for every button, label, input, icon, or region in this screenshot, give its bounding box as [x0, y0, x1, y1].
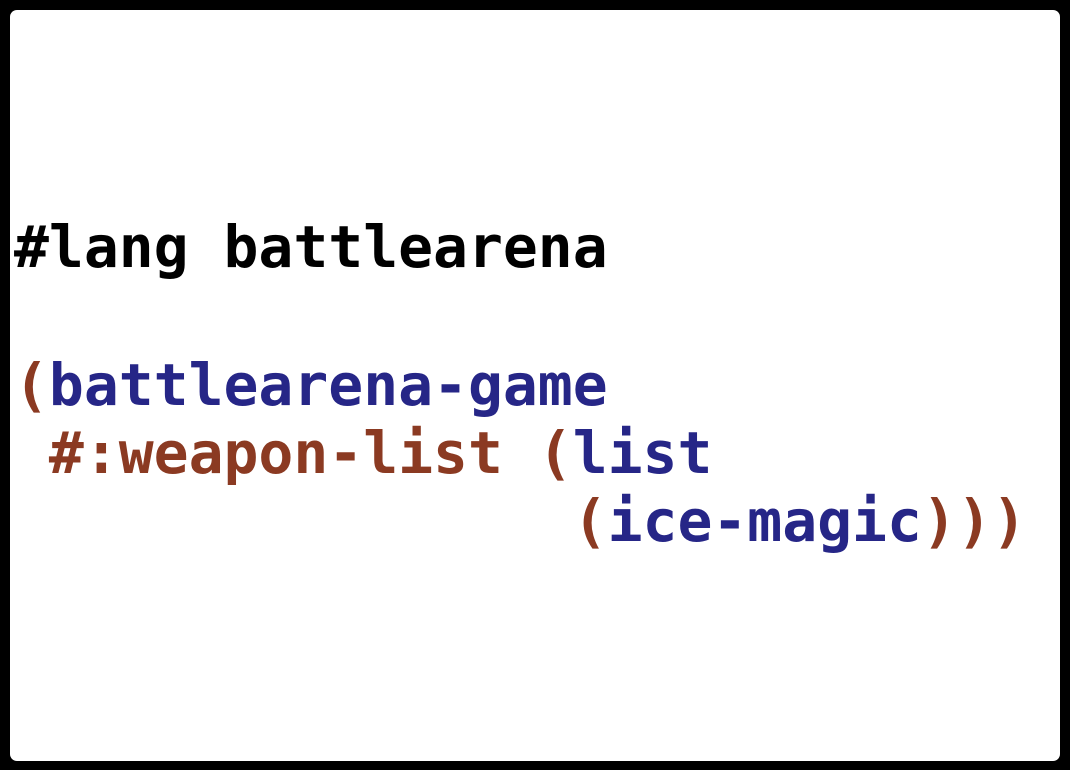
open-paren: ( [14, 351, 49, 419]
code-block: #lang battlearena (battlearena-game #:we… [14, 10, 1027, 555]
open-paren: ( [572, 487, 608, 555]
code-line-ice-magic: (ice-magic))) [14, 487, 1027, 555]
game-identifier: battlearena-game [48, 351, 608, 419]
ice-magic-identifier: ice-magic [607, 487, 922, 555]
code-line-lang: #lang battlearena [14, 213, 608, 281]
code-line-weapon-list: #:weapon-list (list [14, 419, 712, 487]
weapon-list-keyword: #:weapon-list [48, 419, 503, 487]
close-parens: ))) [921, 487, 1027, 555]
code-line-game: (battlearena-game [14, 351, 608, 419]
editor-panel: #lang battlearena (battlearena-game #:we… [10, 10, 1060, 761]
list-identifier: list [572, 419, 713, 487]
open-paren: ( [537, 419, 573, 487]
lang-directive: #lang battlearena [14, 213, 608, 281]
